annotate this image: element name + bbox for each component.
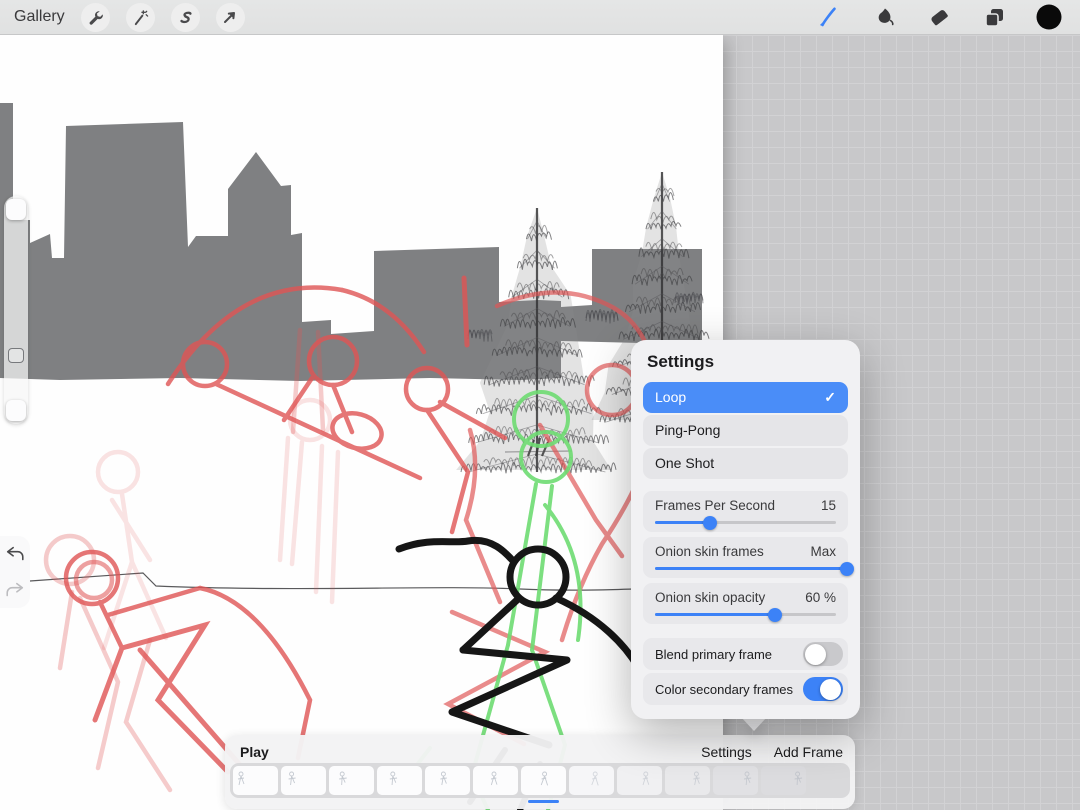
onion-opacity-value: 60 %	[805, 590, 836, 605]
mode-loop[interactable]: Loop ✓	[643, 382, 848, 413]
color-swatch	[1035, 3, 1063, 31]
redo-icon[interactable]	[4, 580, 26, 600]
selection-button[interactable]	[171, 3, 200, 32]
add-frame-button[interactable]: Add Frame	[774, 744, 843, 760]
color-secondary-row: Color secondary frames	[643, 673, 848, 705]
toggle-rows: Blend primary frame Color secondary fram…	[643, 638, 848, 705]
frame-doodle	[569, 766, 614, 795]
frame-thumbnail[interactable]	[329, 766, 374, 795]
timeline-header: Play Settings Add Frame	[225, 741, 855, 763]
frame-doodle	[713, 766, 758, 795]
frame-strip	[230, 763, 850, 798]
frame-thumbnail[interactable]	[569, 766, 614, 795]
mode-label: Loop	[655, 389, 686, 405]
frame-thumbnail[interactable]	[761, 766, 806, 795]
timeline-settings-button[interactable]: Settings	[701, 744, 752, 760]
frame-thumbnail[interactable]	[713, 766, 758, 795]
playback-mode-list: Loop ✓ Ping-Pong ✓ One Shot ✓	[643, 382, 848, 479]
layers-button[interactable]	[975, 2, 1013, 32]
animation-timeline: Play Settings Add Frame	[225, 735, 855, 809]
transform-button[interactable]	[216, 3, 245, 32]
blend-primary-label: Blend primary frame	[655, 647, 772, 662]
fps-group: Frames Per Second 15	[643, 491, 848, 532]
fps-label: Frames Per Second	[655, 498, 775, 513]
frame-doodle	[473, 766, 518, 795]
selection-s-icon	[177, 9, 193, 26]
onion-frames-slider[interactable]	[655, 567, 836, 570]
undo-redo-strip	[0, 536, 30, 608]
frame-thumbnail[interactable]	[233, 766, 278, 795]
frame-thumbnail[interactable]	[425, 766, 470, 795]
fps-slider[interactable]	[655, 521, 836, 524]
smudge-icon	[873, 6, 895, 28]
frame-doodle	[665, 766, 710, 795]
frame-doodle	[617, 766, 662, 795]
wrench-icon	[87, 9, 104, 26]
adjustments-wand-button[interactable]	[126, 3, 155, 32]
brush-sidebar	[4, 196, 28, 424]
frame-thumbnail[interactable]	[521, 766, 566, 795]
layers-icon	[983, 6, 1005, 28]
skyline-silhouette	[0, 103, 702, 381]
current-frame-indicator	[528, 800, 559, 803]
magic-wand-icon	[132, 9, 149, 26]
frame-thumbnail[interactable]	[473, 766, 518, 795]
smudge-tool-button[interactable]	[865, 2, 903, 32]
frame-doodle	[425, 766, 470, 795]
color-swatch-button[interactable]	[1030, 2, 1068, 32]
play-button[interactable]: Play	[240, 744, 269, 760]
paint-brush-icon	[818, 6, 840, 28]
mode-label: One Shot	[655, 455, 714, 471]
onion-opacity-group: Onion skin opacity 60 %	[643, 583, 848, 624]
drawing-canvas[interactable]	[0, 35, 723, 810]
frame-doodle	[761, 766, 806, 795]
mode-label: Ping-Pong	[655, 422, 720, 438]
blend-primary-toggle[interactable]	[803, 642, 843, 666]
popup-title: Settings	[647, 352, 848, 372]
eraser-icon	[928, 6, 950, 28]
mode-one-shot[interactable]: One Shot ✓	[643, 448, 848, 479]
undo-icon[interactable]	[4, 544, 26, 564]
frame-doodle	[281, 766, 326, 795]
animation-settings-popup: Settings Loop ✓ Ping-Pong ✓ One Shot ✓ F…	[631, 340, 860, 719]
color-secondary-toggle[interactable]	[803, 677, 843, 701]
onion-opacity-label: Onion skin opacity	[655, 590, 765, 605]
blend-primary-row: Blend primary frame	[643, 638, 848, 670]
slider-groups: Frames Per Second 15 Onion skin frames M…	[643, 491, 848, 624]
brush-opacity-slider[interactable]	[6, 400, 26, 421]
fps-value: 15	[821, 498, 836, 513]
eraser-tool-button[interactable]	[920, 2, 958, 32]
frame-doodle	[233, 766, 278, 795]
frame-thumbnail[interactable]	[617, 766, 662, 795]
brush-tool-button[interactable]	[810, 2, 848, 32]
brush-size-slider[interactable]	[6, 199, 26, 220]
procreate-animation-screen: Gallery	[0, 0, 1080, 810]
frame-thumbnail[interactable]	[377, 766, 422, 795]
canvas-artwork	[0, 35, 723, 810]
frame-thumbnail[interactable]	[281, 766, 326, 795]
onion-opacity-slider[interactable]	[655, 613, 836, 616]
frame-doodle	[377, 766, 422, 795]
color-secondary-label: Color secondary frames	[655, 682, 793, 697]
frame-thumbnail[interactable]	[665, 766, 710, 795]
frame-doodle	[329, 766, 374, 795]
actions-wrench-button[interactable]	[81, 3, 110, 32]
top-toolbar: Gallery	[0, 0, 1080, 35]
onion-frames-label: Onion skin frames	[655, 544, 764, 559]
transform-arrow-icon	[222, 9, 238, 25]
frame-doodle	[521, 766, 566, 795]
checkmark-icon: ✓	[824, 382, 836, 413]
onion-frames-group: Onion skin frames Max	[643, 537, 848, 578]
onion-frames-value: Max	[810, 544, 836, 559]
gallery-button[interactable]: Gallery	[14, 8, 65, 26]
modify-button[interactable]	[8, 348, 24, 363]
popup-tail-pointer	[741, 717, 767, 731]
mode-ping-pong[interactable]: Ping-Pong ✓	[643, 415, 848, 446]
